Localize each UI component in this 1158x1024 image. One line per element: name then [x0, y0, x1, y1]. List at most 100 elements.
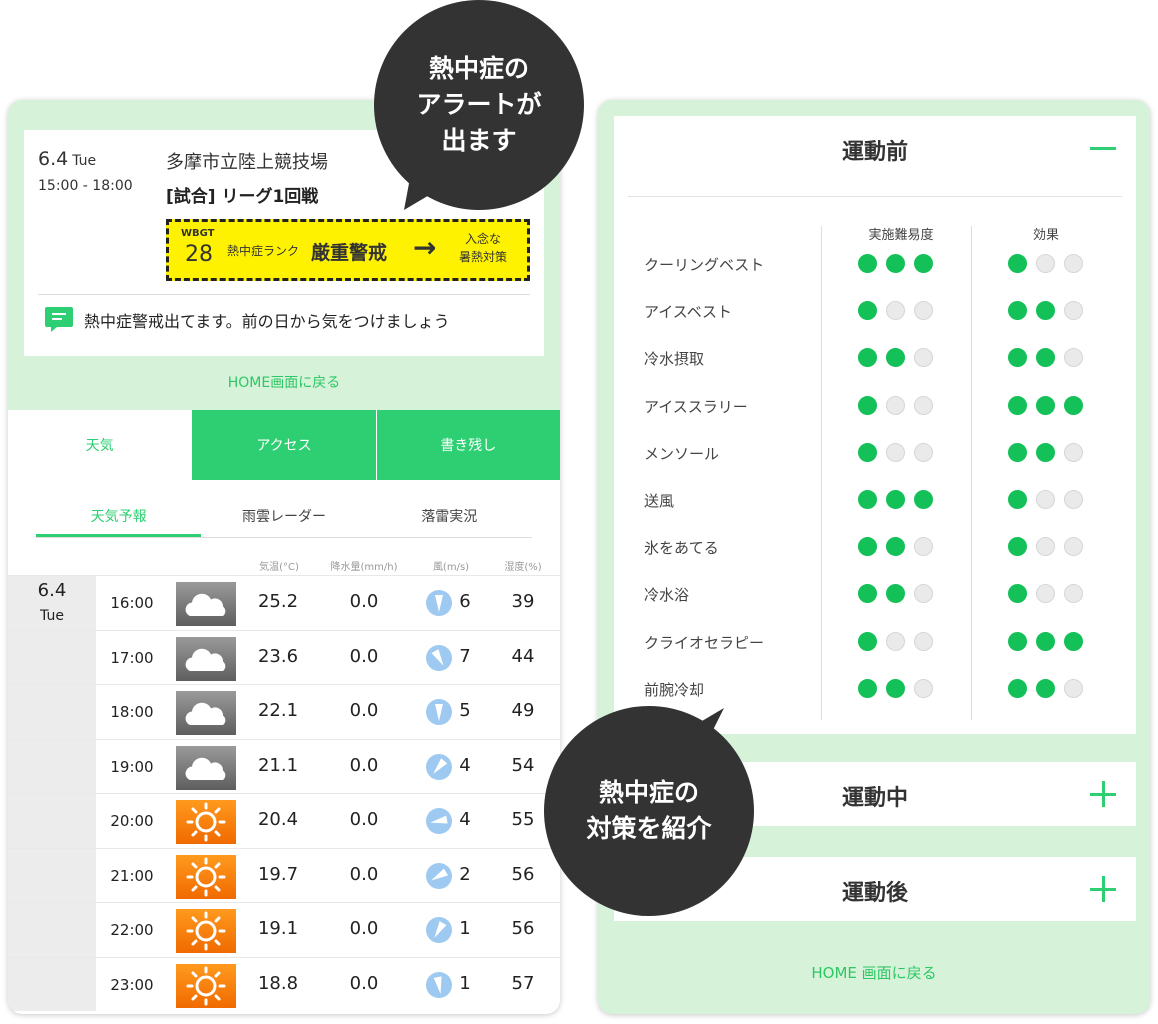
rating-dot — [1008, 254, 1027, 273]
plus-icon[interactable] — [1090, 876, 1116, 902]
forecast-row: 19:00 21.1 0.0 4 54 — [8, 738, 560, 793]
forecast-row: 20:00 20.4 0.0 4 55 — [8, 793, 560, 848]
event-date: 6.4 Tue — [38, 148, 96, 170]
rating-dot — [1036, 678, 1055, 698]
rating-dot — [1064, 301, 1083, 321]
plus-icon[interactable] — [1090, 781, 1116, 807]
measure-name: メンソール — [644, 444, 720, 463]
forecast-temp: 19.1 — [257, 918, 299, 939]
measure-name: 冷水浴 — [644, 586, 690, 605]
rating-dot — [1008, 537, 1027, 557]
rating-dot — [886, 678, 905, 698]
rating-dot — [858, 254, 877, 273]
sunny-icon — [176, 854, 236, 899]
forecast-time: 16:00 — [110, 594, 154, 612]
rating-dot — [858, 537, 877, 557]
rating-dot — [1008, 490, 1027, 509]
minus-icon[interactable] — [1090, 147, 1116, 150]
measure-name: 氷をあてる — [644, 539, 719, 558]
forecast-row: 17:00 23.6 0.0 7 44 — [8, 629, 560, 684]
rating-dot — [914, 537, 933, 557]
forecast-rain: 0.0 — [349, 700, 379, 721]
forecast-row: 22:00 19.1 0.0 1 56 — [8, 902, 560, 957]
measure-row: クライオセラピー — [614, 630, 1136, 677]
wind-direction-icon — [426, 590, 452, 616]
subtab-rain-radar[interactable]: 雨雲レーダー — [201, 498, 366, 537]
cloudy-icon — [176, 691, 236, 735]
measure-name: アイスベスト — [644, 303, 733, 322]
forecast-temp: 25.2 — [257, 591, 299, 612]
forecast-humidity: 56 — [511, 863, 535, 885]
rating-dot — [858, 442, 877, 462]
cloudy-icon — [176, 745, 236, 790]
col-temp: 気温(°C) — [259, 562, 299, 573]
forecast-time: 18:00 — [110, 703, 154, 721]
wind-direction-icon — [426, 753, 452, 780]
bubble-line: 対策を紹介 — [586, 814, 712, 843]
forecast-rain: 0.0 — [349, 918, 379, 939]
date-cell: 6.4 Tue — [8, 576, 96, 630]
forecast-rain: 0.0 — [349, 863, 379, 885]
forecast-temp: 22.1 — [257, 700, 299, 721]
measure-line-2: 暑熱対策 — [458, 250, 507, 264]
effect-rating — [1008, 490, 1083, 509]
rating-dot — [886, 301, 905, 321]
forecast-rain: 0.0 — [349, 809, 379, 830]
rating-dot — [858, 678, 877, 698]
event-venue: 多摩市立陸上競技場 — [166, 152, 328, 173]
forecast-temp: 19.7 — [257, 863, 299, 885]
accordion-before: 運動前 実施難易度 効果 クーリングベスト アイスベスト 冷水摂取 アイススラリー メン… — [614, 116, 1136, 734]
forecast-rain: 0.0 — [349, 972, 379, 994]
rating-dot — [914, 490, 933, 509]
rating-dot — [1036, 584, 1055, 604]
forecast-temp: 21.1 — [257, 754, 299, 776]
main-tabs: 天気 アクセス 書き残し — [8, 410, 560, 480]
heatstroke-alert-banner: WBGT 28 熱中症ランク 厳重警戒 → 入念な 暑熱対策 — [166, 219, 530, 281]
cloudy-icon — [176, 582, 236, 626]
tab-access[interactable]: アクセス — [191, 410, 376, 480]
tab-notes[interactable]: 書き残し — [375, 410, 560, 480]
home-link[interactable]: HOME 画面に戻る — [598, 962, 1150, 983]
rating-dot — [1008, 348, 1027, 368]
bubble-line: 出ます — [441, 126, 517, 155]
difficulty-rating — [858, 442, 933, 462]
forecast-time: 21:00 — [110, 866, 154, 885]
effect-rating — [1008, 442, 1083, 462]
measure-row: アイスベスト — [614, 299, 1136, 346]
sunny-icon — [176, 963, 236, 1008]
forecast-wind: 6 — [459, 591, 471, 612]
rating-dot — [1064, 254, 1083, 273]
forecast-time: 19:00 — [110, 757, 154, 776]
forecast-time: 22:00 — [110, 921, 154, 939]
forecast-humidity: 56 — [511, 918, 535, 939]
effect-rating — [1008, 584, 1083, 604]
col-effect: 効果 — [1032, 228, 1059, 243]
rating-dot — [1064, 631, 1083, 651]
rating-dot — [1064, 678, 1083, 698]
tab-weather[interactable]: 天気 — [8, 410, 192, 480]
rating-dot — [914, 301, 933, 321]
measure-row: 氷をあてる — [614, 535, 1136, 582]
difficulty-rating — [858, 395, 933, 415]
rating-dot — [914, 678, 933, 698]
rating-dot — [1064, 490, 1083, 509]
subtab-lightning[interactable]: 落雷実況 — [367, 498, 532, 537]
chat-bubble-icon — [45, 307, 73, 332]
wind-direction-icon — [426, 808, 452, 834]
accordion-title-before[interactable]: 運動前 — [614, 134, 1136, 166]
rating-dot — [914, 584, 933, 604]
forecast-wind: 1 — [459, 918, 471, 939]
home-link[interactable]: HOME画面に戻る — [8, 372, 560, 392]
effect-rating — [1008, 395, 1083, 415]
rating-dot — [1008, 442, 1027, 462]
rating-dot — [1036, 301, 1055, 321]
rating-dot — [1036, 395, 1055, 415]
measure-name: クライオセラピー — [644, 633, 765, 652]
forecast-wind: 4 — [459, 809, 471, 830]
forecast-time: 20:00 — [110, 812, 154, 830]
effect-rating — [1008, 537, 1083, 557]
cloudy-icon — [176, 636, 236, 681]
subtab-forecast[interactable]: 天気予報 — [36, 498, 202, 537]
rating-dot — [1036, 490, 1055, 509]
forecast-humidity: 57 — [511, 972, 535, 994]
